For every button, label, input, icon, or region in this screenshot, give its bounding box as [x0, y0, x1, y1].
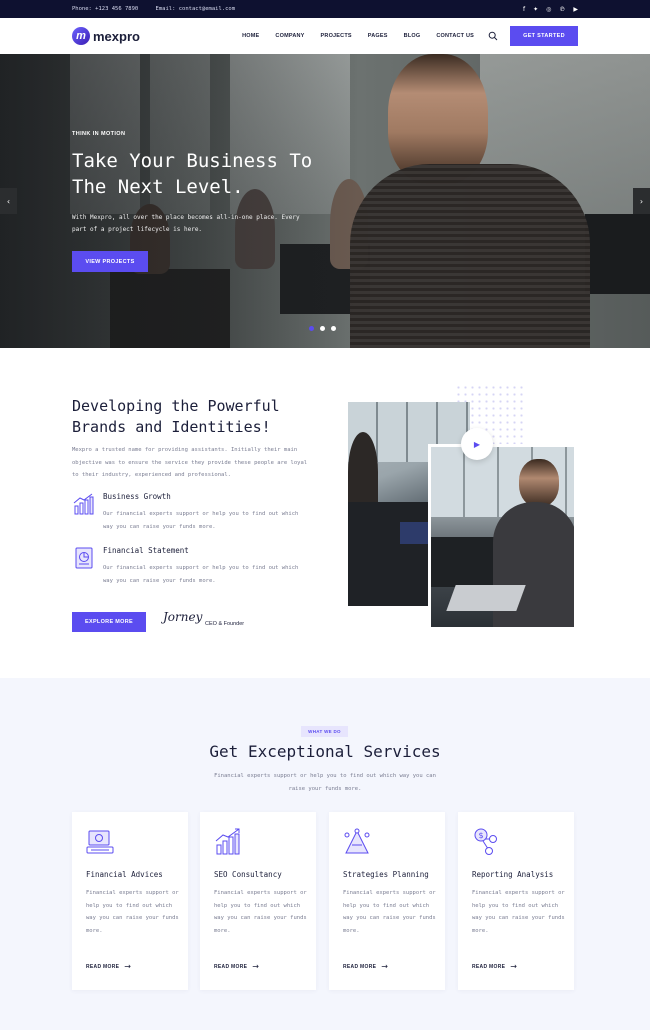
- hero-description: With Mexpro, all over the place becomes …: [72, 214, 300, 233]
- read-more-link[interactable]: READ MORE →: [86, 962, 131, 971]
- arrow-right-icon: →: [252, 962, 260, 971]
- hero-person-shirt: [350, 164, 590, 348]
- read-more-link[interactable]: READ MORE →: [214, 962, 259, 971]
- email-text: Email: contact@email.com: [155, 6, 236, 12]
- chevron-left-icon: ‹: [6, 196, 11, 206]
- hero-overlay: [0, 54, 360, 348]
- signature-role: CEO & Founder: [205, 621, 245, 627]
- image-monitor: [431, 537, 501, 587]
- pinterest-icon[interactable]: ℗: [559, 6, 565, 13]
- nav-pages[interactable]: PAGES: [368, 33, 388, 39]
- read-more-label: READ MORE: [472, 963, 506, 970]
- nav-contact-us[interactable]: CONTACT US: [436, 33, 474, 39]
- bar-growth-icon: [215, 828, 240, 855]
- main-nav: HOME COMPANY PROJECTS PAGES BLOG CONTACT…: [242, 33, 474, 39]
- read-more-link[interactable]: READ MORE →: [472, 962, 517, 971]
- about-image-laptop: [428, 444, 574, 627]
- play-icon: ▶: [473, 439, 481, 449]
- service-card-title: Strategies Planning: [343, 870, 429, 879]
- main-header: m mexpro HOME COMPANY PROJECTS PAGES BLO…: [0, 18, 650, 54]
- signature: Jorney: [163, 610, 203, 624]
- service-card-description: Financial experts support or help you to…: [214, 890, 307, 934]
- logo[interactable]: m mexpro: [72, 27, 140, 45]
- image-person: [348, 432, 378, 512]
- service-card-seo-consultancy[interactable]: SEO Consultancy Financial experts suppor…: [200, 812, 316, 990]
- service-card-financial-advices[interactable]: Financial Advices Financial experts supp…: [72, 812, 188, 990]
- logo-text: mexpro: [93, 28, 140, 44]
- money-advice-icon: [86, 830, 114, 854]
- read-more-link[interactable]: READ MORE →: [343, 962, 388, 971]
- services-title: Get Exceptional Services: [209, 742, 441, 761]
- arrow-right-icon: →: [510, 962, 518, 971]
- instagram-icon[interactable]: ◎: [546, 6, 551, 13]
- hero-eyebrow: THINK IN MOTION: [72, 131, 126, 137]
- service-card-description: Financial experts support or help you to…: [86, 890, 179, 934]
- feature-description: Our financial experts support or help yo…: [103, 511, 299, 530]
- play-video-button[interactable]: ▶: [461, 428, 493, 460]
- top-bar: Phone: +123 456 7890 Email: contact@emai…: [0, 0, 650, 18]
- get-started-button[interactable]: GET STARTED: [510, 26, 578, 46]
- twitter-icon[interactable]: ✦: [533, 6, 538, 13]
- slider-dot[interactable]: [309, 326, 314, 331]
- feature-business-growth: Business Growth Our financial experts su…: [72, 492, 322, 538]
- youtube-icon[interactable]: ▶: [573, 6, 578, 13]
- hero-monitor: [585, 214, 650, 294]
- feature-title: Business Growth: [103, 492, 171, 501]
- view-projects-button[interactable]: VIEW PROJECTS: [72, 251, 148, 272]
- read-more-label: READ MORE: [343, 963, 377, 970]
- explore-more-button[interactable]: EXPLORE MORE: [72, 612, 146, 632]
- strategy-plan-icon: [344, 828, 370, 854]
- hero-title: Take Your Business To The Next Level.: [72, 150, 313, 198]
- image-person-face: [519, 459, 559, 507]
- financial-statement-icon: [75, 547, 93, 569]
- arrow-right-icon: →: [124, 962, 132, 971]
- service-card-description: Financial experts support or help you to…: [343, 890, 436, 934]
- about-description: Mexpro a trusted name for providing assi…: [72, 447, 308, 478]
- services-description: Financial experts support or help you to…: [214, 773, 436, 792]
- nav-projects[interactable]: PROJECTS: [321, 33, 352, 39]
- slider-next-button[interactable]: ›: [633, 188, 650, 214]
- slider-prev-button[interactable]: ‹: [0, 188, 17, 214]
- chevron-right-icon: ›: [639, 196, 644, 206]
- image-laptop: [446, 585, 526, 611]
- section-badge: WHAT WE DO: [301, 726, 348, 737]
- slider-dots: [309, 326, 336, 331]
- feature-description: Our financial experts support or help yo…: [103, 565, 299, 584]
- image-screen: [400, 522, 430, 544]
- nav-home[interactable]: HOME: [242, 33, 259, 39]
- slider-dot[interactable]: [320, 326, 325, 331]
- about-title: Developing the Powerful Brands and Ident…: [72, 397, 280, 436]
- service-card-title: Financial Advices: [86, 870, 163, 879]
- service-card-description: Financial experts support or help you to…: [472, 890, 565, 934]
- service-card-title: SEO Consultancy: [214, 870, 282, 879]
- svg-text:$: $: [478, 831, 483, 840]
- service-card-title: Reporting Analysis: [472, 870, 554, 879]
- image-person: [348, 502, 438, 606]
- feature-title: Financial Statement: [103, 546, 189, 555]
- search-icon[interactable]: [488, 31, 498, 41]
- slider-dot[interactable]: [331, 326, 336, 331]
- growth-chart-icon: [73, 493, 94, 515]
- reporting-analysis-icon: $: [474, 828, 497, 855]
- feature-financial-statement: Financial Statement Our financial expert…: [72, 546, 322, 592]
- logo-mark-icon: m: [72, 27, 90, 45]
- read-more-label: READ MORE: [86, 963, 120, 970]
- nav-company[interactable]: COMPANY: [275, 33, 304, 39]
- arrow-right-icon: →: [381, 962, 389, 971]
- service-card-strategies-planning[interactable]: Strategies Planning Financial experts su…: [329, 812, 445, 990]
- hero-slider: THINK IN MOTION Take Your Business To Th…: [0, 54, 650, 348]
- read-more-label: READ MORE: [214, 963, 248, 970]
- facebook-icon[interactable]: f: [523, 6, 525, 13]
- service-card-reporting-analysis[interactable]: $ Reporting Analysis Financial experts s…: [458, 812, 574, 990]
- nav-blog[interactable]: BLOG: [404, 33, 421, 39]
- phone-text: Phone: +123 456 7890: [72, 6, 139, 12]
